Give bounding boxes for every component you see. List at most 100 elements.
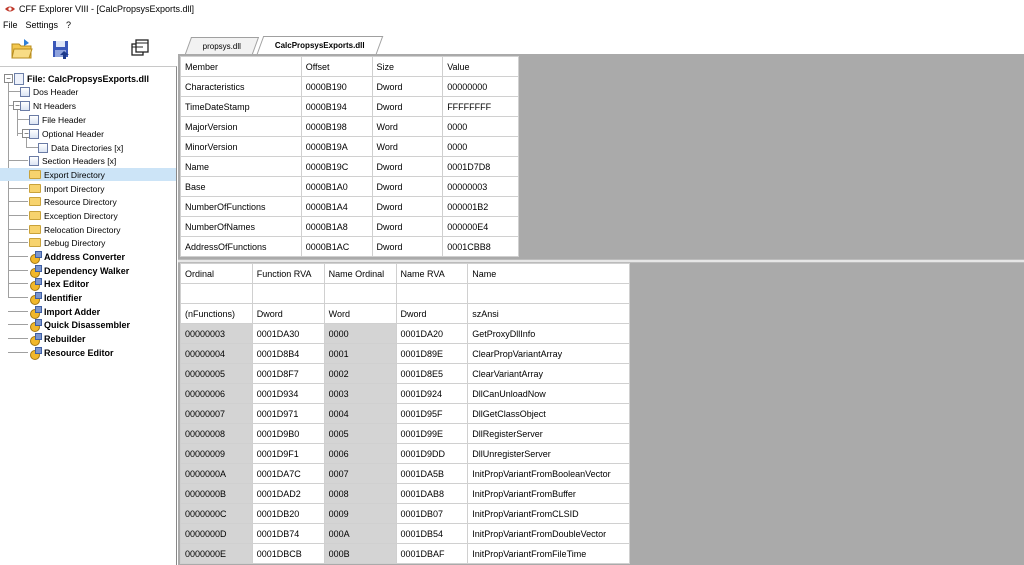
table-cell[interactable]: 0001DAB8: [395, 483, 469, 504]
table-cell[interactable]: Name RVA: [395, 263, 469, 284]
table-cell[interactable]: 0001D934: [251, 383, 325, 404]
table-row[interactable]: Characteristics 0000B190 Dword 00000000: [180, 76, 519, 97]
table-cell[interactable]: 0001D9DD: [395, 443, 469, 464]
table-cell[interactable]: 0001: [323, 343, 397, 364]
table-cell[interactable]: 0000: [442, 136, 519, 157]
table-cell[interactable]: Dword: [251, 303, 325, 324]
table-cell[interactable]: (nFunctions): [180, 303, 253, 324]
windows-button[interactable]: [127, 36, 153, 62]
tree-data-directories[interactable]: Data Directories [x]: [38, 141, 123, 154]
table-cell[interactable]: 00000003: [180, 323, 253, 344]
tree-export-directory[interactable]: Export Directory: [0, 168, 176, 181]
table-row[interactable]: 00000008 0001D9B0 0005 0001D99E DllRegisterS…: [180, 423, 630, 444]
table-cell[interactable]: 000B: [323, 543, 397, 564]
table-cell[interactable]: 0000000E: [180, 543, 253, 564]
table-cell[interactable]: Value: [442, 56, 519, 77]
table-cell[interactable]: Dword: [371, 96, 444, 117]
tree-relocation-directory[interactable]: Relocation Directory: [29, 223, 121, 236]
tree-dos-header[interactable]: Dos Header: [20, 85, 78, 98]
table-row[interactable]: AddressOfFunctions 0000B1AC Dword 0001CBB8: [180, 236, 519, 257]
table-cell[interactable]: 00000000: [442, 76, 519, 97]
table-cell[interactable]: 0002: [323, 363, 397, 384]
table-cell[interactable]: 0007: [323, 463, 397, 484]
table-cell[interactable]: 0001CBB8: [442, 236, 519, 257]
table-header-row[interactable]: Ordinal Function RVA Name Ordinal Name RVA N…: [180, 263, 630, 284]
table-row[interactable]: 00000003 0001DA30 0000 0001DA20 GetProxyDllI…: [180, 323, 630, 344]
table-cell[interactable]: InitPropVariantFromBooleanVector: [467, 463, 630, 484]
table-cell[interactable]: 0001D95F: [395, 403, 469, 424]
tree-file-header[interactable]: File Header: [29, 113, 86, 126]
table-cell[interactable]: DllGetClassObject: [467, 403, 630, 424]
table-cell[interactable]: 0003: [323, 383, 397, 404]
tree-nt-headers[interactable]: Nt Headers: [20, 99, 76, 112]
tree-optional-header[interactable]: Optional Header: [29, 127, 104, 140]
table-row[interactable]: 0000000E 0001DBCB 000B 0001DBAF InitPropVari…: [180, 543, 630, 564]
table-cell[interactable]: 0000B1A0: [300, 176, 373, 197]
table-row[interactable]: 00000005 0001D8F7 0002 0001D8E5 ClearVariant…: [180, 363, 630, 384]
table-row[interactable]: MajorVersion 0000B198 Word 0000: [180, 116, 519, 137]
table-cell[interactable]: 0001D7D8: [442, 156, 519, 177]
table-cell[interactable]: Name: [180, 156, 302, 177]
table-cell[interactable]: 0001DA20: [395, 323, 469, 344]
table-row[interactable]: 0000000A 0001DA7C 0007 0001DA5B InitPropVari…: [180, 463, 630, 484]
table-header-row[interactable]: Member Offset Size Value: [180, 56, 519, 77]
table-cell[interactable]: 0001D99E: [395, 423, 469, 444]
table-cell[interactable]: 0001DA30: [251, 323, 325, 344]
save-file-button[interactable]: [48, 36, 74, 62]
tree-import-adder[interactable]: Import Adder: [29, 305, 100, 319]
table-cell[interactable]: 0001DBCB: [251, 543, 325, 564]
table-row[interactable]: NumberOfFunctions 0000B1A4 Dword 000001B2: [180, 196, 519, 217]
table-cell[interactable]: ClearPropVariantArray: [467, 343, 630, 364]
table-cell[interactable]: DllRegisterServer: [467, 423, 630, 444]
table-cell[interactable]: 0006: [323, 443, 397, 464]
table-cell[interactable]: InitPropVariantFromFileTime: [467, 543, 630, 564]
tree-identifier[interactable]: Identifier: [29, 291, 82, 305]
table-cell[interactable]: Word: [323, 303, 397, 324]
table-row[interactable]: 0000000B 0001DAD2 0008 0001DAB8 InitPropVari…: [180, 483, 630, 504]
table-cell[interactable]: 000001B2: [442, 196, 519, 217]
table-cell[interactable]: 0000B1A4: [300, 196, 373, 217]
table-cell[interactable]: Dword: [371, 196, 444, 217]
table-row[interactable]: 00000004 0001D8B4 0001 0001D89E ClearPropVar…: [180, 343, 630, 364]
table-cell[interactable]: NumberOfFunctions: [180, 196, 302, 217]
table-cell[interactable]: 0001DBAF: [395, 543, 469, 564]
table-cell[interactable]: 00000005: [180, 363, 253, 384]
table-cell[interactable]: Function RVA: [251, 263, 325, 284]
open-file-button[interactable]: [9, 36, 35, 62]
table-cell[interactable]: 0000B1AC: [300, 236, 373, 257]
table-row[interactable]: Name 0000B19C Dword 0001D7D8: [180, 156, 519, 177]
tree-rebuilder[interactable]: Rebuilder: [29, 332, 86, 346]
table-cell[interactable]: FFFFFFFF: [442, 96, 519, 117]
table-cell[interactable]: 0001DB07: [395, 503, 469, 524]
table-cell[interactable]: DllCanUnloadNow: [467, 383, 630, 404]
tree-exception-directory[interactable]: Exception Directory: [29, 209, 118, 222]
table-type-row[interactable]: (nFunctions) Dword Word Dword szAnsi: [180, 303, 630, 324]
root-collapse-toggle[interactable]: −: [4, 74, 13, 83]
table-cell[interactable]: 00000008: [180, 423, 253, 444]
table-cell[interactable]: 00000009: [180, 443, 253, 464]
table-cell[interactable]: ClearVariantArray: [467, 363, 630, 384]
table-row[interactable]: Base 0000B1A0 Dword 00000003: [180, 176, 519, 197]
table-cell[interactable]: Name Ordinal: [323, 263, 397, 284]
table-cell[interactable]: 00000007: [180, 403, 253, 424]
table-cell[interactable]: GetProxyDllInfo: [467, 323, 630, 344]
table-cell[interactable]: 0001D89E: [395, 343, 469, 364]
table-cell[interactable]: 00000006: [180, 383, 253, 404]
table-cell[interactable]: Ordinal: [180, 263, 253, 284]
table-cell[interactable]: 0001DB20: [251, 503, 325, 524]
table-cell[interactable]: 0001DB74: [251, 523, 325, 544]
tree-quick-disassembler[interactable]: Quick Disassembler: [29, 318, 130, 332]
table-cell[interactable]: TimeDateStamp: [180, 96, 302, 117]
table-cell[interactable]: Word: [371, 136, 444, 157]
table-cell[interactable]: 0000: [442, 116, 519, 137]
table-cell[interactable]: Dword: [371, 76, 444, 97]
table-cell[interactable]: Member: [180, 56, 302, 77]
table-cell[interactable]: AddressOfFunctions: [180, 236, 302, 257]
table-cell[interactable]: NumberOfNames: [180, 216, 302, 237]
table-cell[interactable]: InitPropVariantFromCLSID: [467, 503, 630, 524]
tree-root-file[interactable]: File: CalcPropsysExports.dll: [14, 72, 149, 85]
table-cell[interactable]: 0008: [323, 483, 397, 504]
table-cell[interactable]: 0000000B: [180, 483, 253, 504]
table-cell[interactable]: 000000E4: [442, 216, 519, 237]
table-cell[interactable]: 0000B19C: [300, 156, 373, 177]
